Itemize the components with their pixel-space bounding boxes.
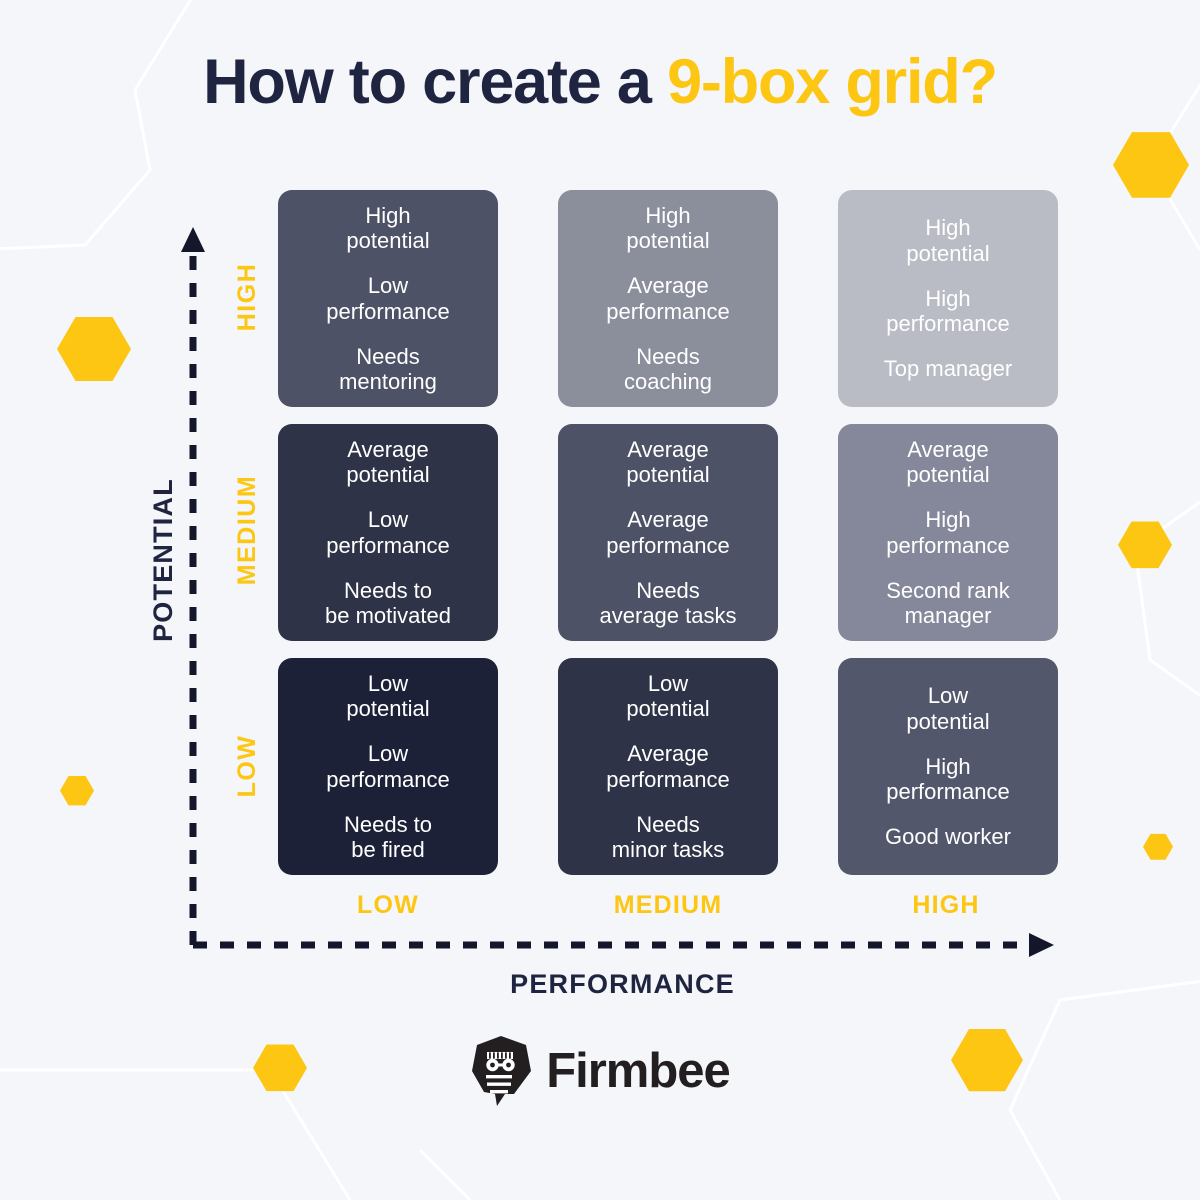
grid-cell[interactable]: High potential Average performance Needs c… [558,190,778,407]
grid-cell[interactable]: Low potential High performance Good worker [838,658,1058,875]
grid-cell[interactable]: Average potential Average performance Need… [558,424,778,641]
grid-cell-potential: High potential [906,215,990,266]
page-title: How to create a 9-box grid? [0,46,1200,118]
grid-cell-action: Needs coaching [623,343,713,395]
grid-cell-potential: High potential [346,202,430,253]
grid-cell[interactable]: Average potential Low performance Needs to… [278,424,498,641]
grid-cell-action: Needs to be fired [343,811,433,863]
grid-cell[interactable]: Low potential Average performance Needs mi… [558,658,778,875]
page-title-accent: 9-box grid? [667,47,998,117]
grid-cell-potential: Average potential [906,436,990,487]
grid-cell-action: Needs to be motivated [325,577,451,629]
y-axis-arrowhead [181,227,205,252]
grid-cell-potential: Average potential [346,436,430,487]
grid-cell[interactable]: High potential Low performance Needs mento… [278,190,498,407]
grid-cell-performance: High performance [886,507,1010,558]
nine-box-grid: High potential Low performance Needs mento… [278,190,1058,875]
grid-cell-action: Second rank manager [886,577,1010,629]
grid-cell-action: Top manager [883,356,1013,382]
grid-cell-potential: Low potential [346,670,430,721]
grid-cell-performance: High performance [886,285,1010,337]
grid-cell-potential: High potential [626,202,710,253]
grid-cell-performance: Average performance [606,507,730,558]
grid-cell-action: Good worker [885,824,1011,850]
grid-cell-performance: Average performance [606,741,730,792]
firmbee-bee-mascot-icon [472,1036,532,1106]
grid-cell[interactable]: Average potential High performance Second … [838,424,1058,641]
grid-cell-performance: Low performance [326,741,450,792]
grid-cell[interactable]: Low potential Low performance Needs to be … [278,658,498,875]
x-axis-arrowhead [1029,933,1054,957]
grid-cell-performance: Average performance [606,273,730,324]
grid-cell-potential: Average potential [626,436,710,487]
grid-cell-action: Needs minor tasks [611,811,725,863]
grid-cell[interactable]: High potential High performance Top manage… [838,190,1058,407]
grid-cell-performance: High performance [886,753,1010,805]
grid-cell-potential: Low potential [626,670,710,721]
grid-cell-action: Needs mentoring [339,343,437,395]
grid-cell-performance: Low performance [326,507,450,558]
grid-cell-action: Needs average tasks [599,577,737,629]
firmbee-logo-text: Firmbee [546,1044,731,1098]
grid-cell-performance: Low performance [326,273,450,324]
page-title-main: How to create a [203,47,668,117]
firmbee-logo: Firmbee [0,1035,1200,1107]
grid-cell-potential: Low potential [906,683,990,734]
